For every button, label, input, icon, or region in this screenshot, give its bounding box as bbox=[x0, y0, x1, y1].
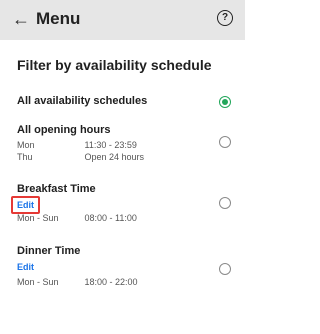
hours-line: Thu Open 24 hours bbox=[17, 152, 144, 162]
hours-line: Mon - Sun 18:00 - 22:00 bbox=[17, 277, 138, 287]
time-label: 08:00 - 11:00 bbox=[84, 213, 137, 223]
radio-selected[interactable] bbox=[219, 96, 231, 108]
radio-unselected[interactable] bbox=[219, 197, 231, 209]
radio-unselected[interactable] bbox=[219, 136, 231, 148]
day-label: Mon - Sun bbox=[17, 277, 59, 287]
option-label: All availability schedules bbox=[17, 95, 148, 107]
edit-breakfast-time-link[interactable]: Edit bbox=[11, 196, 40, 214]
option-dinner-time[interactable]: Dinner Time Edit Mon - Sun 18:00 - 22:00 bbox=[0, 243, 245, 293]
option-all-opening-hours[interactable]: All opening hours Mon 11:30 - 23:59 Thu … bbox=[0, 122, 245, 172]
option-breakfast-time[interactable]: Breakfast Time Edit Mon - Sun 08:00 - 11… bbox=[0, 181, 245, 231]
edit-dinner-time-link[interactable]: Edit bbox=[17, 262, 34, 272]
availability-filter-sheet: Filter by availability schedule All avai… bbox=[0, 40, 245, 334]
back-arrow-icon[interactable]: ← bbox=[12, 9, 30, 30]
option-label: All opening hours bbox=[17, 124, 111, 136]
option-all-availability-schedules[interactable]: All availability schedules bbox=[0, 92, 245, 114]
day-label: Thu bbox=[17, 152, 33, 162]
hours-line: Mon 11:30 - 23:59 bbox=[17, 140, 137, 150]
time-label: 11:30 - 23:59 bbox=[84, 140, 137, 150]
option-label: Dinner Time bbox=[17, 245, 81, 257]
hours-line: Mon - Sun 08:00 - 11:00 bbox=[17, 213, 137, 223]
radio-unselected[interactable] bbox=[219, 263, 231, 275]
day-label: Mon bbox=[17, 140, 35, 150]
time-label: 18:00 - 22:00 bbox=[84, 277, 138, 287]
screen: ← Menu ? Filter by availability schedule… bbox=[0, 0, 245, 334]
app-bar: ← Menu ? bbox=[0, 0, 245, 40]
time-label: Open 24 hours bbox=[84, 152, 145, 162]
day-label: Mon - Sun bbox=[17, 213, 59, 223]
option-label: Breakfast Time bbox=[17, 183, 96, 195]
page-title: Menu bbox=[36, 9, 81, 28]
sheet-title: Filter by availability schedule bbox=[17, 57, 212, 73]
help-icon[interactable]: ? bbox=[217, 10, 233, 26]
